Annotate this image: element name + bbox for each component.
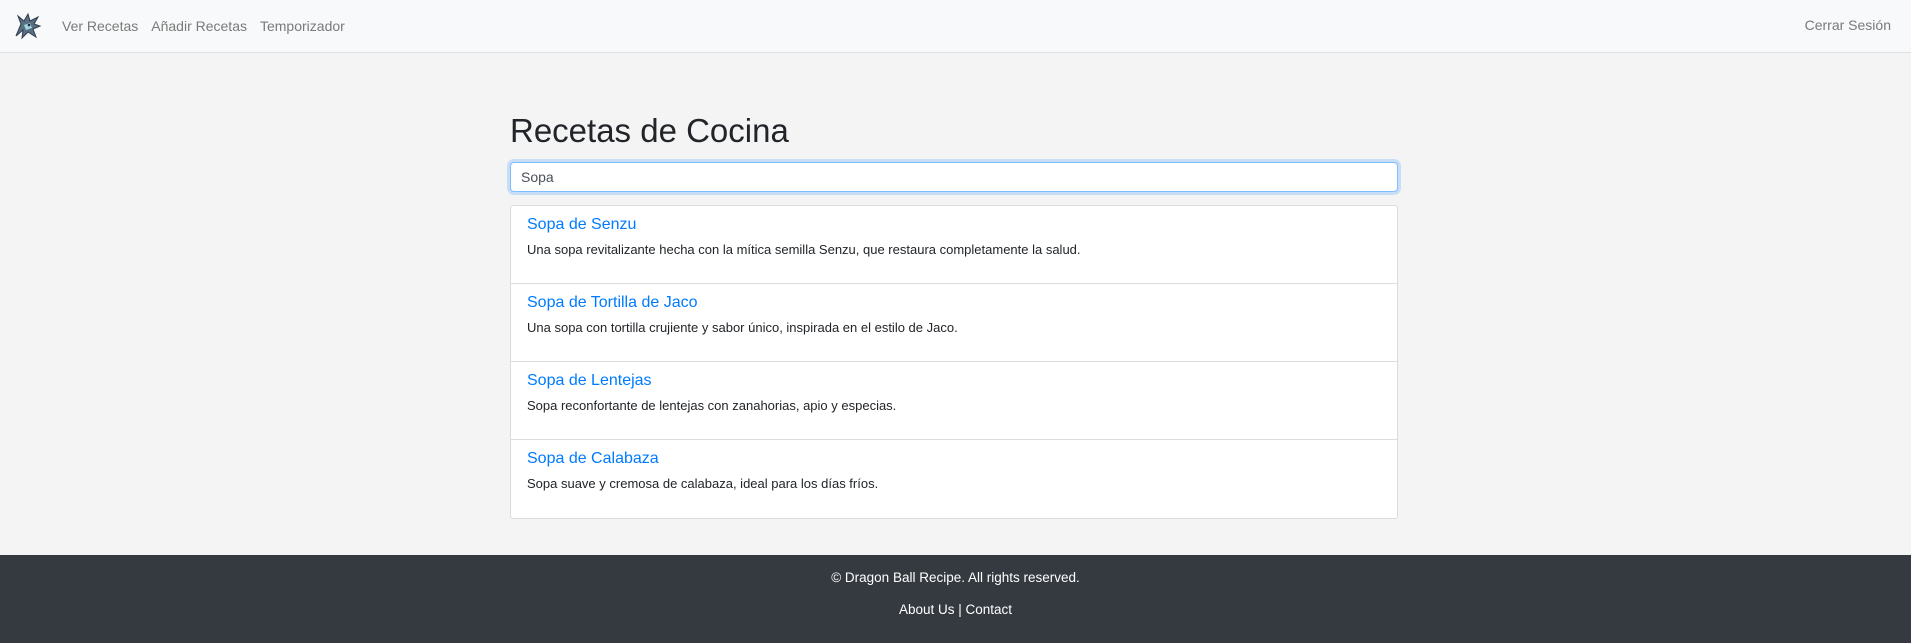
list-item: Sopa de Calabaza Sopa suave y cremosa de… — [511, 440, 1397, 518]
recipe-title-link[interactable]: Sopa de Calabaza — [527, 450, 1381, 468]
recipe-description: Una sopa con tortilla crujiente y sabor … — [527, 320, 958, 335]
list-item: Sopa de Senzu Una sopa revitalizante hec… — [511, 206, 1397, 284]
navbar: Ver Recetas Añadir Recetas Temporizador … — [0, 0, 1911, 53]
nav-ver-recetas[interactable]: Ver Recetas — [62, 18, 138, 34]
recipe-title-link[interactable]: Sopa de Tortilla de Jaco — [527, 294, 1381, 312]
page-title: Recetas de Cocina — [510, 112, 789, 149]
nav-temporizador[interactable]: Temporizador — [260, 18, 345, 34]
search-input[interactable] — [510, 162, 1398, 192]
contact-link[interactable]: Contact — [966, 602, 1013, 617]
recipe-title-link[interactable]: Sopa de Senzu — [527, 216, 1381, 234]
copyright-text: © Dragon Ball Recipe. All rights reserve… — [831, 570, 1080, 585]
about-us-link[interactable]: About Us — [899, 602, 955, 617]
footer-separator: | — [958, 602, 962, 617]
recipe-title-link[interactable]: Sopa de Lentejas — [527, 372, 1381, 390]
footer-links: About Us | Contact — [0, 602, 1911, 617]
recipe-description: Sopa suave y cremosa de calabaza, ideal … — [527, 476, 879, 491]
recipe-description: Sopa reconfortante de lentejas con zanah… — [527, 398, 897, 413]
nav-anadir-recetas[interactable]: Añadir Recetas — [151, 18, 247, 34]
nav-right: Cerrar Sesión — [1805, 17, 1891, 35]
logout-link[interactable]: Cerrar Sesión — [1805, 17, 1891, 33]
dragon-logo-icon[interactable] — [12, 10, 44, 42]
recipe-description: Una sopa revitalizante hecha con la míti… — [527, 242, 1081, 257]
main-content: Recetas de Cocina Sopa de Senzu Una sopa… — [0, 53, 1911, 555]
footer: © Dragon Ball Recipe. All rights reserve… — [0, 555, 1911, 643]
recipe-list: Sopa de Senzu Una sopa revitalizante hec… — [510, 205, 1398, 519]
list-item: Sopa de Lentejas Sopa reconfortante de l… — [511, 362, 1397, 440]
list-item: Sopa de Tortilla de Jaco Una sopa con to… — [511, 284, 1397, 362]
